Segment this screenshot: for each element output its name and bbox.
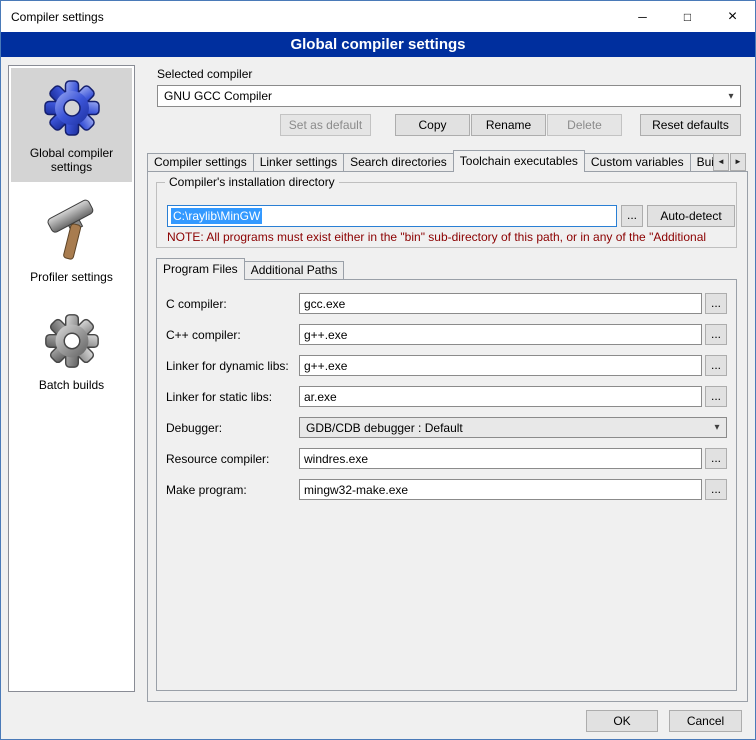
page-title: Global compiler settings bbox=[1, 32, 755, 57]
tab-compiler-settings[interactable]: Compiler settings bbox=[147, 153, 254, 171]
auto-detect-button[interactable]: Auto-detect bbox=[647, 205, 735, 227]
close-icon: × bbox=[728, 9, 737, 25]
tab-custom-variables[interactable]: Custom variables bbox=[584, 153, 691, 171]
tab-scroll-right-button[interactable]: ► bbox=[730, 153, 746, 171]
cpp-compiler-input[interactable] bbox=[299, 324, 702, 345]
debugger-dropdown[interactable]: GDB/CDB debugger : Default ▾ bbox=[299, 417, 727, 438]
window-title: Compiler settings bbox=[11, 10, 104, 24]
sidebar-item-profiler-settings[interactable]: Profiler settings bbox=[11, 192, 132, 292]
delete-button[interactable]: Delete bbox=[547, 114, 622, 136]
dialog-body: Global compiler settings Profiler set bbox=[1, 57, 755, 739]
ok-button[interactable]: OK bbox=[586, 710, 658, 732]
tab-linker-settings[interactable]: Linker settings bbox=[253, 153, 344, 171]
copy-button[interactable]: Copy bbox=[395, 114, 470, 136]
tab-scroll-left-button[interactable]: ◄ bbox=[713, 153, 729, 171]
toolchain-executables-panel: Compiler's installation directory C:\ray… bbox=[147, 171, 748, 702]
tab-additional-paths[interactable]: Additional Paths bbox=[244, 261, 345, 279]
linker-dynamic-input[interactable] bbox=[299, 355, 702, 376]
close-button[interactable]: × bbox=[710, 1, 755, 32]
sidebar-item-label: Batch builds bbox=[39, 378, 104, 392]
make-program-label: Make program: bbox=[166, 483, 247, 497]
linker-dynamic-browse-button[interactable]: ... bbox=[705, 355, 727, 376]
installation-directory-value: C:\raylib\MinGW bbox=[171, 208, 262, 224]
tab-toolchain-executables[interactable]: Toolchain executables bbox=[453, 150, 585, 172]
set-as-default-button[interactable]: Set as default bbox=[280, 114, 371, 136]
make-program-browse-button[interactable]: ... bbox=[705, 479, 727, 500]
blue-gear-icon bbox=[40, 75, 104, 139]
c-compiler-label: C compiler: bbox=[166, 297, 227, 311]
program-files-panel: C compiler: ... C++ compiler: ... Linker… bbox=[156, 279, 737, 691]
titlebar[interactable]: Compiler settings ─ □ × bbox=[1, 1, 755, 32]
installation-directory-group-title: Compiler's installation directory bbox=[165, 175, 339, 189]
tab-search-directories[interactable]: Search directories bbox=[343, 153, 454, 171]
sidebar-item-batch-builds[interactable]: Batch builds bbox=[11, 302, 132, 400]
compiler-settings-window: Compiler settings ─ □ × Global compiler … bbox=[0, 0, 756, 740]
gray-gear-icon bbox=[41, 309, 103, 371]
maximize-button[interactable]: □ bbox=[665, 1, 710, 32]
linker-dynamic-label: Linker for dynamic libs: bbox=[166, 359, 289, 373]
linker-static-input[interactable] bbox=[299, 386, 702, 407]
compiler-tabs: Compiler settings Linker settings Search… bbox=[147, 150, 713, 172]
scroll-right-icon: ► bbox=[734, 157, 742, 166]
c-compiler-input[interactable] bbox=[299, 293, 702, 314]
sidebar-item-global-compiler-settings[interactable]: Global compiler settings bbox=[11, 68, 132, 182]
settings-category-list: Global compiler settings Profiler set bbox=[8, 65, 135, 692]
make-program-input[interactable] bbox=[299, 479, 702, 500]
linker-static-browse-button[interactable]: ... bbox=[705, 386, 727, 407]
chevron-down-icon: ▾ bbox=[708, 422, 726, 433]
reset-defaults-button[interactable]: Reset defaults bbox=[640, 114, 741, 136]
cancel-button[interactable]: Cancel bbox=[669, 710, 742, 732]
maximize-icon: □ bbox=[684, 11, 691, 23]
bin-subdirectory-note: NOTE: All programs must exist either in … bbox=[167, 230, 727, 244]
minimize-button[interactable]: ─ bbox=[620, 1, 665, 32]
debugger-value: GDB/CDB debugger : Default bbox=[306, 421, 463, 435]
scroll-left-icon: ◄ bbox=[717, 157, 725, 166]
profiler-hammer-icon bbox=[43, 199, 101, 263]
selected-compiler-value: GNU GCC Compiler bbox=[164, 89, 272, 103]
installation-directory-browse-button[interactable]: ... bbox=[621, 205, 643, 227]
selected-compiler-label: Selected compiler bbox=[157, 67, 252, 81]
installation-directory-input[interactable]: C:\raylib\MinGW bbox=[167, 205, 617, 227]
minimize-icon: ─ bbox=[638, 11, 647, 23]
program-tabs: Program Files Additional Paths bbox=[156, 258, 343, 280]
tab-program-files[interactable]: Program Files bbox=[156, 258, 245, 280]
resource-compiler-label: Resource compiler: bbox=[166, 452, 269, 466]
resource-compiler-browse-button[interactable]: ... bbox=[705, 448, 727, 469]
sidebar-item-label: Global compiler settings bbox=[13, 146, 130, 174]
cpp-compiler-label: C++ compiler: bbox=[166, 328, 241, 342]
debugger-label: Debugger: bbox=[166, 421, 222, 435]
c-compiler-browse-button[interactable]: ... bbox=[705, 293, 727, 314]
rename-button[interactable]: Rename bbox=[471, 114, 546, 136]
selected-compiler-dropdown[interactable]: GNU GCC Compiler ▾ bbox=[157, 85, 741, 107]
linker-static-label: Linker for static libs: bbox=[166, 390, 272, 404]
tab-build-options[interactable]: Buil bbox=[690, 153, 714, 171]
window-controls: ─ □ × bbox=[620, 1, 755, 32]
cpp-compiler-browse-button[interactable]: ... bbox=[705, 324, 727, 345]
chevron-down-icon: ▾ bbox=[722, 91, 740, 102]
sidebar-item-label: Profiler settings bbox=[30, 270, 113, 284]
resource-compiler-input[interactable] bbox=[299, 448, 702, 469]
